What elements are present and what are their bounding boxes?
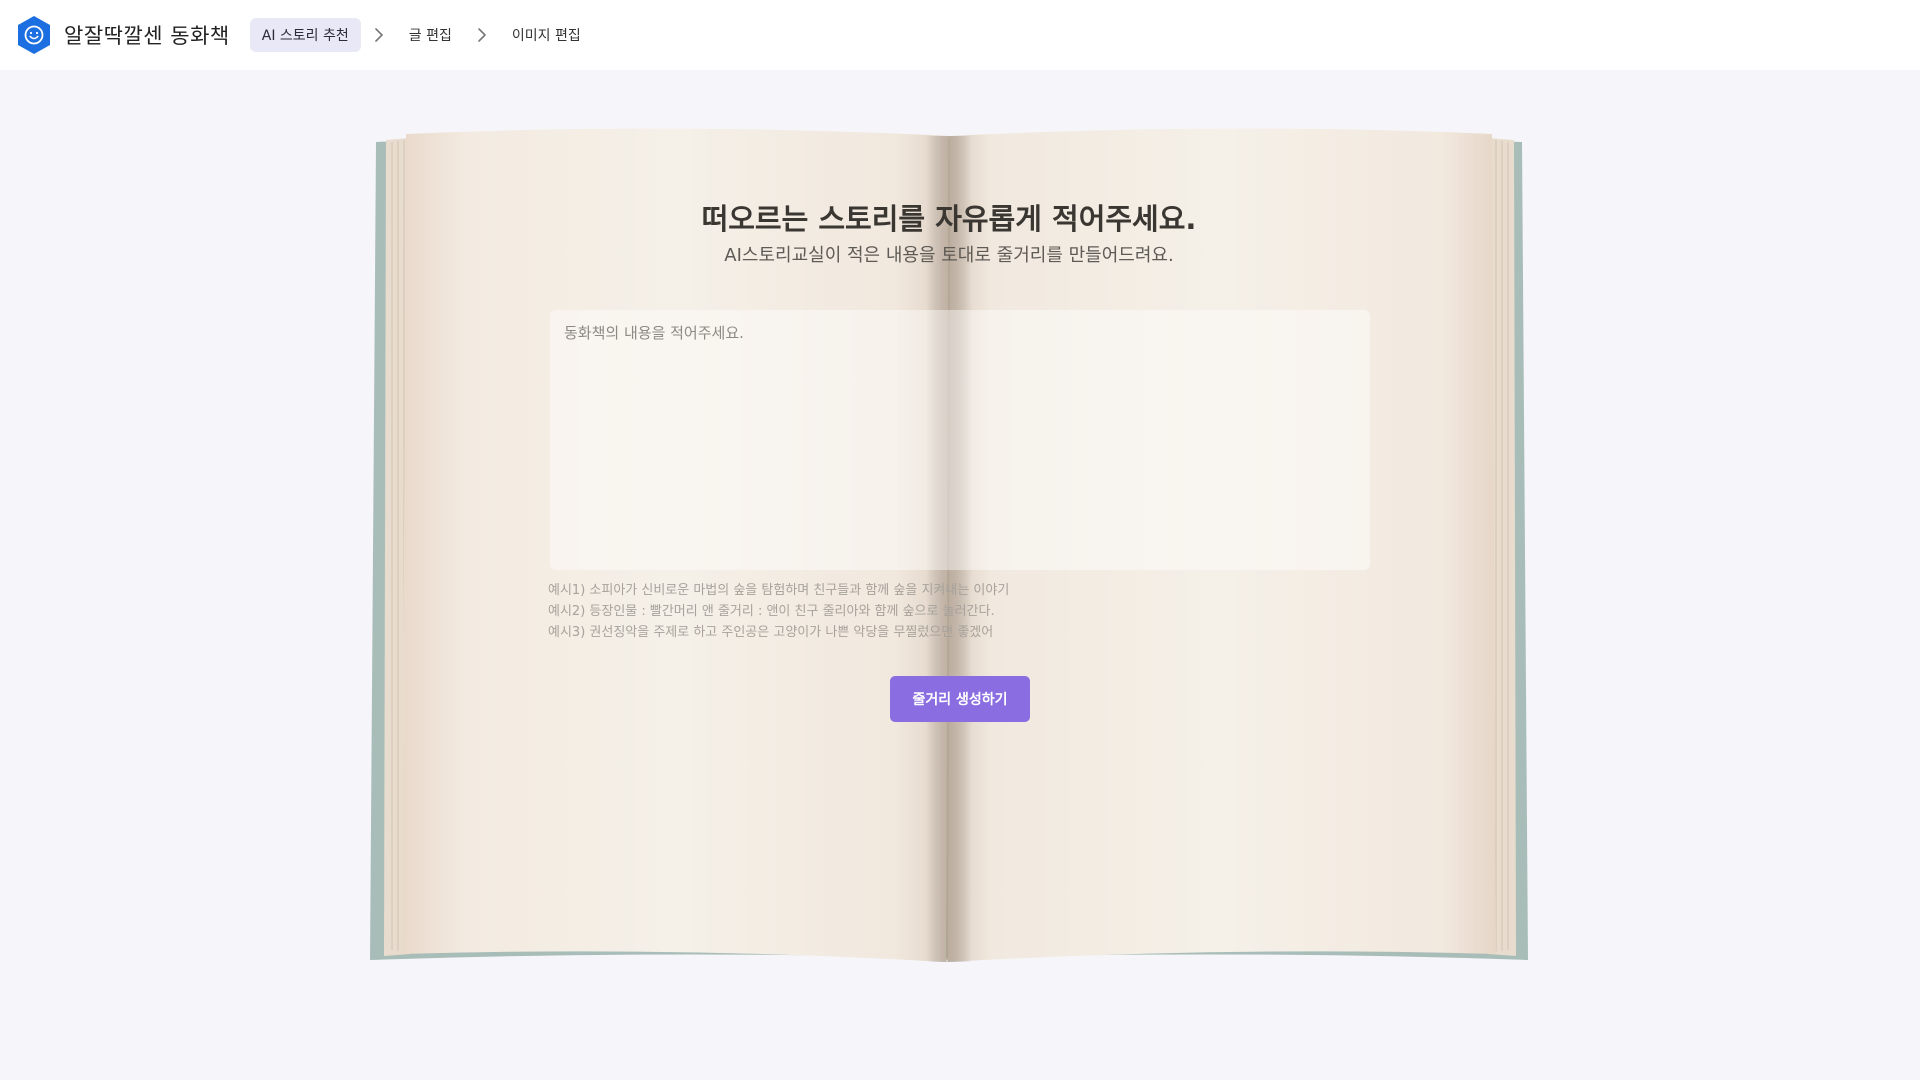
example-text-3: 예시3) 권선징악을 주제로 하고 주인공은 고양이가 나쁜 악당을 무찔렀으면… xyxy=(548,625,994,640)
brand-name: 알잘딱깔센 동화책 xyxy=(64,24,230,48)
smiley-hexagon-icon xyxy=(18,16,50,54)
story-input[interactable] xyxy=(562,320,1362,564)
example-text-1: 예시1) 소피아가 신비로운 마법의 숲을 탐험하며 친구들과 함께 숲을 지켜… xyxy=(548,583,1010,598)
top-navigation-bar: 알잘딱깔센 동화책 AI 스토리 추천 글 편집 이미지 편집 xyxy=(0,0,1920,70)
step-breadcrumb: AI 스토리 추천 글 편집 이미지 편집 xyxy=(249,18,593,52)
step-text-edit[interactable]: 글 편집 xyxy=(397,18,464,52)
step-ai-story[interactable]: AI 스토리 추천 xyxy=(249,18,361,52)
page-subtitle: AI스토리교실이 적은 내용을 토대로 줄거리를 만들어드려요. xyxy=(724,245,1174,266)
chevron-right-icon xyxy=(478,28,486,42)
brand-logo[interactable]: 알잘딱깔센 동화책 xyxy=(16,0,230,70)
chevron-right-icon xyxy=(374,28,383,42)
story-input-section: 떠오르는 스토리를 자유롭게 적어주세요. AI스토리교실이 적은 내용을 토대… xyxy=(370,128,1528,964)
generate-plot-button[interactable]: 줄거리 생성하기 xyxy=(890,676,1030,722)
example-text-2: 예시2) 등장인물 : 빨간머리 앤 줄거리 : 앤이 친구 줄리아와 함께 숲… xyxy=(548,604,995,619)
open-book-panel: 떠오르는 스토리를 자유롭게 적어주세요. AI스토리교실이 적은 내용을 토대… xyxy=(370,128,1528,964)
example-list: 예시1) 소피아가 신비로운 마법의 숲을 탐험하며 친구들과 함께 숲을 지켜… xyxy=(548,580,1248,643)
step-image-edit[interactable]: 이미지 편집 xyxy=(500,18,593,52)
story-input-container xyxy=(550,310,1370,570)
page-title: 떠오르는 스토리를 자유롭게 적어주세요. xyxy=(701,202,1197,236)
